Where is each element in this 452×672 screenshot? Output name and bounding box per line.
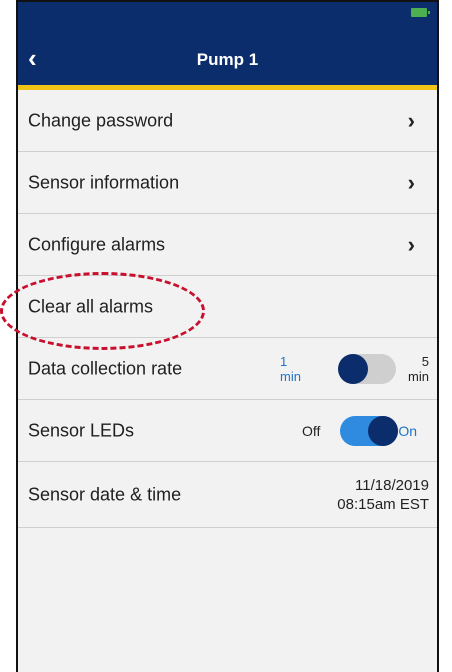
rate-option-1-min[interactable]: 1 min (280, 354, 301, 384)
sensor-information-row[interactable]: Sensor information › (18, 152, 437, 214)
app-header: ‹ Pump 1 (18, 2, 437, 90)
page-title: Pump 1 (196, 50, 259, 69)
chevron-right-icon: › (407, 107, 415, 133)
rate-option-5-min[interactable]: 5 min (408, 354, 429, 384)
toggle-knob (368, 415, 398, 446)
rate-right-value: 5 (421, 353, 429, 369)
settings-list: Change password › Sensor information › C… (18, 90, 437, 528)
sensor-date-time-value: 11/18/2019 08:15am EST (337, 476, 429, 514)
change-password-row[interactable]: Change password › (18, 90, 437, 152)
data-collection-rate-label: Data collection rate (28, 358, 183, 378)
sensor-leds-toggle[interactable] (340, 415, 398, 446)
data-collection-rate-toggle[interactable] (338, 353, 396, 384)
sensor-date-time-label: Sensor date & time (28, 484, 182, 504)
phone-screen: ‹ Pump 1 Change password › Sensor inform… (16, 0, 439, 672)
rate-right-unit: min (408, 368, 429, 384)
configure-alarms-row[interactable]: Configure alarms › (18, 214, 437, 276)
clear-all-alarms-row[interactable]: Clear all alarms (18, 276, 437, 338)
sensor-date: 11/18/2019 (355, 476, 429, 494)
toggle-knob (338, 353, 368, 384)
battery-icon (411, 8, 430, 17)
sensor-leds-off-label: Off (302, 422, 321, 439)
rate-left-unit: min (280, 368, 301, 384)
chevron-right-icon: › (407, 169, 415, 195)
chevron-right-icon: › (407, 231, 415, 257)
sensor-leds-label: Sensor LEDs (28, 420, 135, 440)
sensor-time: 08:15am EST (337, 495, 429, 513)
sensor-information-label: Sensor information (28, 172, 180, 192)
data-collection-rate-row: Data collection rate 1 min 5 min (18, 338, 437, 400)
configure-alarms-label: Configure alarms (28, 234, 166, 254)
clear-all-alarms-label: Clear all alarms (28, 296, 154, 316)
change-password-label: Change password (28, 110, 174, 130)
rate-left-value: 1 (280, 353, 288, 369)
sensor-leds-on-label: On (398, 422, 417, 439)
sensor-date-time-row[interactable]: Sensor date & time 11/18/2019 08:15am ES… (18, 462, 437, 528)
sensor-leds-row: Sensor LEDs Off On (18, 400, 437, 462)
